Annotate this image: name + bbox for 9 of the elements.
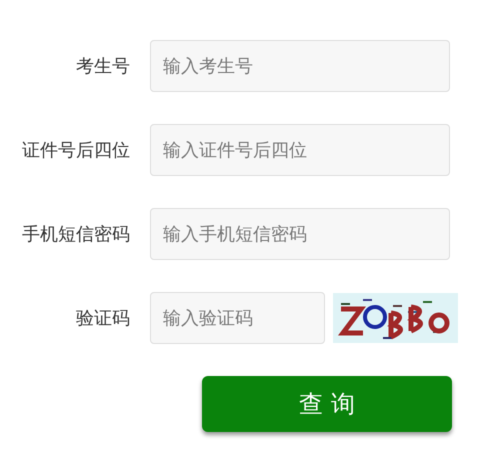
input-field[interactable]: 输入验证码	[150, 292, 325, 344]
query-button[interactable]: 查 询	[202, 376, 452, 432]
input-field[interactable]: 输入考生号	[150, 40, 450, 92]
input-field[interactable]: 输入手机短信密码	[150, 208, 450, 260]
field-label: 手机短信密码	[21, 223, 131, 246]
field-label: 验证码	[75, 307, 131, 330]
input-field[interactable]: 输入证件号后四位	[150, 124, 450, 176]
field-label: 考生号	[75, 55, 131, 78]
field-label: 证件号后四位	[21, 139, 131, 162]
